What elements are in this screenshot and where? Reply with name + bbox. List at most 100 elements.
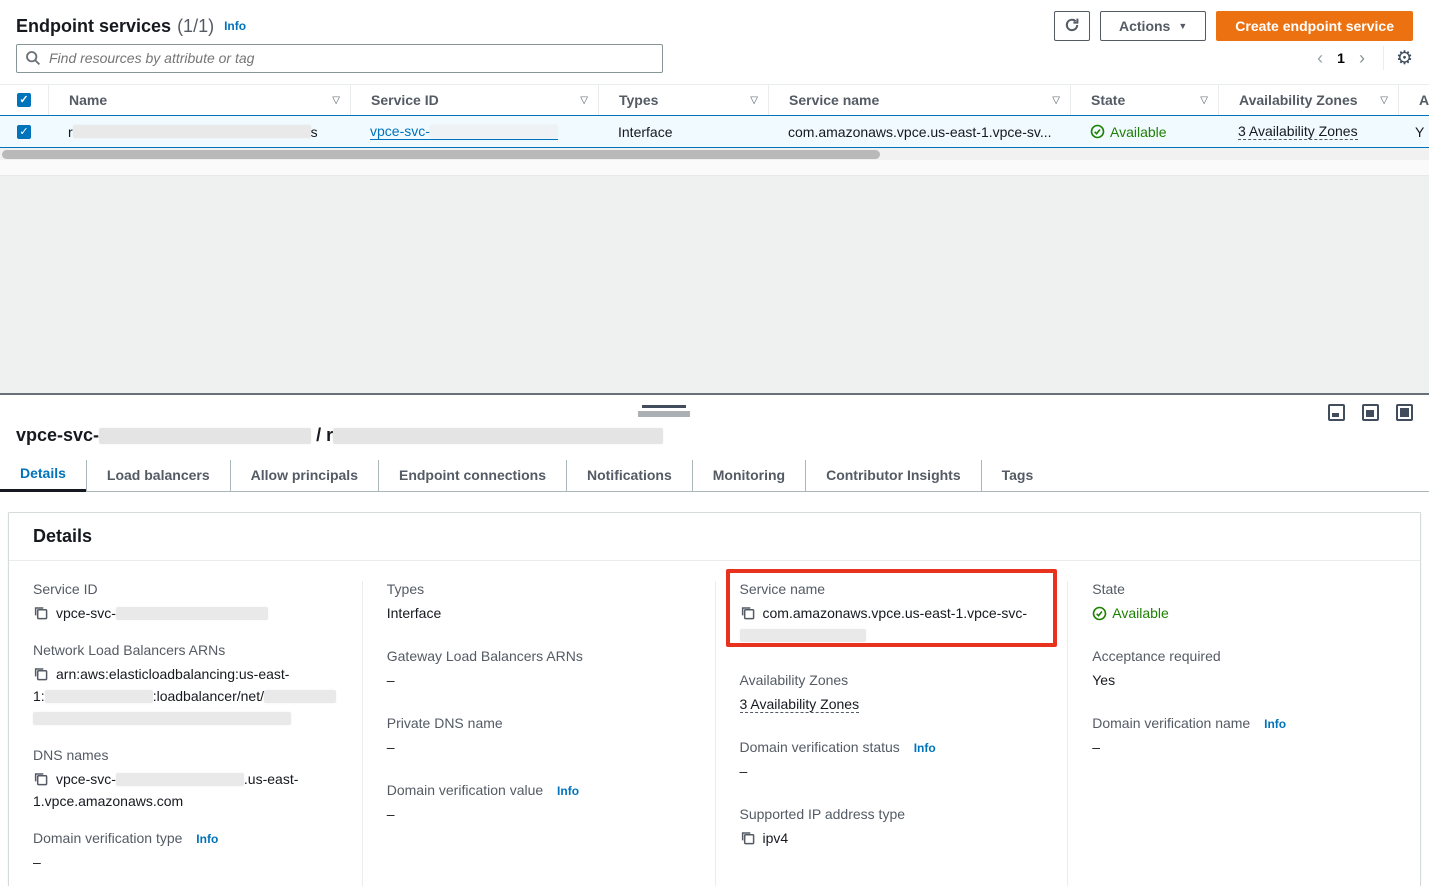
availability-zones-popover-trigger[interactable]: 3 Availability Zones	[1238, 123, 1358, 140]
row-state-cell: Available	[1070, 116, 1218, 147]
pagination-next-button[interactable]: ›	[1351, 48, 1373, 69]
types-label: Types	[387, 581, 691, 597]
domain-verification-type-value: –	[33, 851, 338, 873]
column-label-acceptance: A	[1409, 92, 1429, 108]
panel-size-small-icon[interactable]	[1328, 404, 1345, 421]
tab-contributor-insights[interactable]: Contributor Insights	[805, 460, 981, 492]
copy-icon[interactable]	[740, 605, 755, 623]
horizontal-scrollbar-thumb[interactable]	[2, 150, 880, 159]
panel-size-medium-icon[interactable]	[1362, 404, 1379, 421]
resource-count: (1/1)	[177, 16, 214, 37]
tab-endpoint-connections[interactable]: Endpoint connections	[378, 460, 566, 492]
details-card-heading: Details	[9, 513, 1420, 561]
refresh-icon	[1064, 17, 1080, 36]
types-value: Interface	[387, 602, 691, 624]
panel-title-redaction-1	[99, 428, 311, 444]
column-header-availability-zones: Availability Zones ▽	[1218, 85, 1398, 115]
split-panel: vpce-svc- / r Details Load balancers All…	[0, 393, 1429, 886]
tab-notifications[interactable]: Notifications	[566, 460, 692, 492]
actions-button[interactable]: Actions ▼	[1100, 11, 1206, 41]
service-id-redaction	[430, 125, 558, 138]
column-header-acceptance: A	[1398, 85, 1429, 115]
row-service-name-cell: com.amazonaws.vpce.us-east-1.vpce-sv...	[768, 116, 1070, 147]
table-row[interactable]: ✓ rs vpce-svc- Interface com.amazonaws.v…	[0, 115, 1429, 148]
endpoint-services-list-section: Endpoint services (1/1) Info Actions ▼ C…	[0, 0, 1429, 393]
nlb-arn-line3	[33, 707, 338, 729]
column-label-types: Types	[609, 92, 750, 108]
row-select-cell: ✓	[0, 116, 48, 147]
filter-icon-service-id[interactable]: ▽	[580, 95, 588, 106]
panel-size-large-icon[interactable]	[1396, 404, 1413, 421]
search-input[interactable]	[16, 44, 663, 73]
service-id-link[interactable]: vpce-svc-	[370, 123, 558, 140]
nlb-arn-line1: arn:aws:elasticloadbalancing:us-east-	[56, 663, 289, 685]
field-acceptance-required: Acceptance required Yes	[1092, 648, 1396, 691]
glb-arns-label: Gateway Load Balancers ARNs	[387, 648, 691, 664]
info-link[interactable]: Info	[196, 832, 218, 846]
drag-handle-icon	[642, 405, 686, 408]
horizontal-scrollbar	[0, 148, 1429, 160]
drag-handle-grip	[638, 411, 690, 417]
gear-icon[interactable]: ⚙	[1396, 49, 1413, 68]
field-domain-verification-type: Domain verification type Info –	[33, 830, 338, 873]
field-domain-verification-status: Domain verification status Info –	[740, 739, 1044, 782]
field-state: State Available	[1092, 581, 1396, 624]
copy-icon[interactable]	[33, 605, 48, 623]
availability-zones-label: Availability Zones	[740, 672, 1044, 688]
info-link[interactable]: Info	[557, 784, 579, 798]
row-service-id-cell: vpce-svc-	[350, 116, 598, 147]
column-label-service-name: Service name	[779, 92, 1052, 108]
info-link[interactable]: Info	[914, 741, 936, 755]
split-panel-drag-handle[interactable]	[638, 405, 690, 417]
domain-verification-value-value: –	[387, 803, 691, 825]
tab-load-balancers[interactable]: Load balancers	[86, 460, 230, 492]
acceptance-required-value: Yes	[1092, 669, 1396, 691]
tab-tags[interactable]: Tags	[981, 460, 1054, 492]
filter-icon-availability-zones[interactable]: ▽	[1380, 95, 1388, 106]
dns-name-line2: 1.vpce.amazonaws.com	[33, 790, 338, 812]
domain-verification-status-value: –	[740, 760, 1044, 782]
filter-icon-service-name[interactable]: ▽	[1052, 95, 1060, 106]
details-column-4: State Available Acceptance required Yes	[1067, 581, 1420, 886]
dns-name-line1: vpce-svc-.us-east-	[56, 768, 298, 790]
row-availability-zones-cell: 3 Availability Zones	[1218, 116, 1398, 147]
domain-verification-value-label: Domain verification value Info	[387, 782, 691, 798]
filter-icon-name[interactable]: ▽	[332, 95, 340, 106]
copy-icon[interactable]	[740, 830, 755, 848]
field-availability-zones: Availability Zones 3 Availability Zones	[740, 672, 1044, 715]
create-button-label: Create endpoint service	[1235, 18, 1394, 34]
filter-icon-types[interactable]: ▽	[750, 95, 758, 106]
tab-monitoring[interactable]: Monitoring	[692, 460, 805, 492]
glb-arns-value: –	[387, 669, 691, 691]
list-header: Endpoint services (1/1) Info Actions ▼ C…	[0, 0, 1429, 40]
pagination-page-1[interactable]: 1	[1331, 50, 1351, 66]
details-card-body: Service ID vpce-svc- Network Load Balanc…	[9, 561, 1420, 886]
filter-icon-state[interactable]: ▽	[1200, 95, 1208, 106]
field-service-id: Service ID vpce-svc-	[33, 581, 338, 624]
state-value: Available	[1112, 602, 1169, 624]
tab-allow-principals[interactable]: Allow principals	[230, 460, 378, 492]
details-column-1: Service ID vpce-svc- Network Load Balanc…	[9, 581, 362, 886]
tab-details[interactable]: Details	[0, 460, 86, 492]
check-circle-icon	[1092, 606, 1107, 621]
row-checkbox[interactable]: ✓	[17, 125, 31, 139]
copy-icon[interactable]	[33, 666, 48, 684]
pagination-prev-button[interactable]: ‹	[1309, 48, 1331, 69]
page-background	[0, 176, 1429, 393]
service-name-value: com.amazonaws.vpce.us-east-1.vpce-svc-	[763, 602, 1028, 624]
service-id-label: Service ID	[33, 581, 338, 597]
header-info-link[interactable]: Info	[224, 19, 246, 33]
copy-icon[interactable]	[33, 771, 48, 789]
field-types: Types Interface	[387, 581, 691, 624]
domain-verification-name-label: Domain verification name Info	[1092, 715, 1396, 731]
availability-zones-popover-trigger[interactable]: 3 Availability Zones	[740, 696, 860, 713]
info-link[interactable]: Info	[1264, 717, 1286, 731]
create-endpoint-service-button[interactable]: Create endpoint service	[1216, 11, 1413, 41]
refresh-button[interactable]	[1054, 11, 1090, 41]
search-icon	[25, 50, 41, 69]
page-title: Endpoint services	[16, 16, 171, 37]
nlb-arns-label: Network Load Balancers ARNs	[33, 642, 338, 658]
select-all-checkbox[interactable]: ✓	[17, 93, 31, 107]
field-service-name: Service name com.amazonaws.vpce.us-east-…	[740, 581, 1044, 646]
select-all-cell: ✓	[0, 85, 48, 115]
